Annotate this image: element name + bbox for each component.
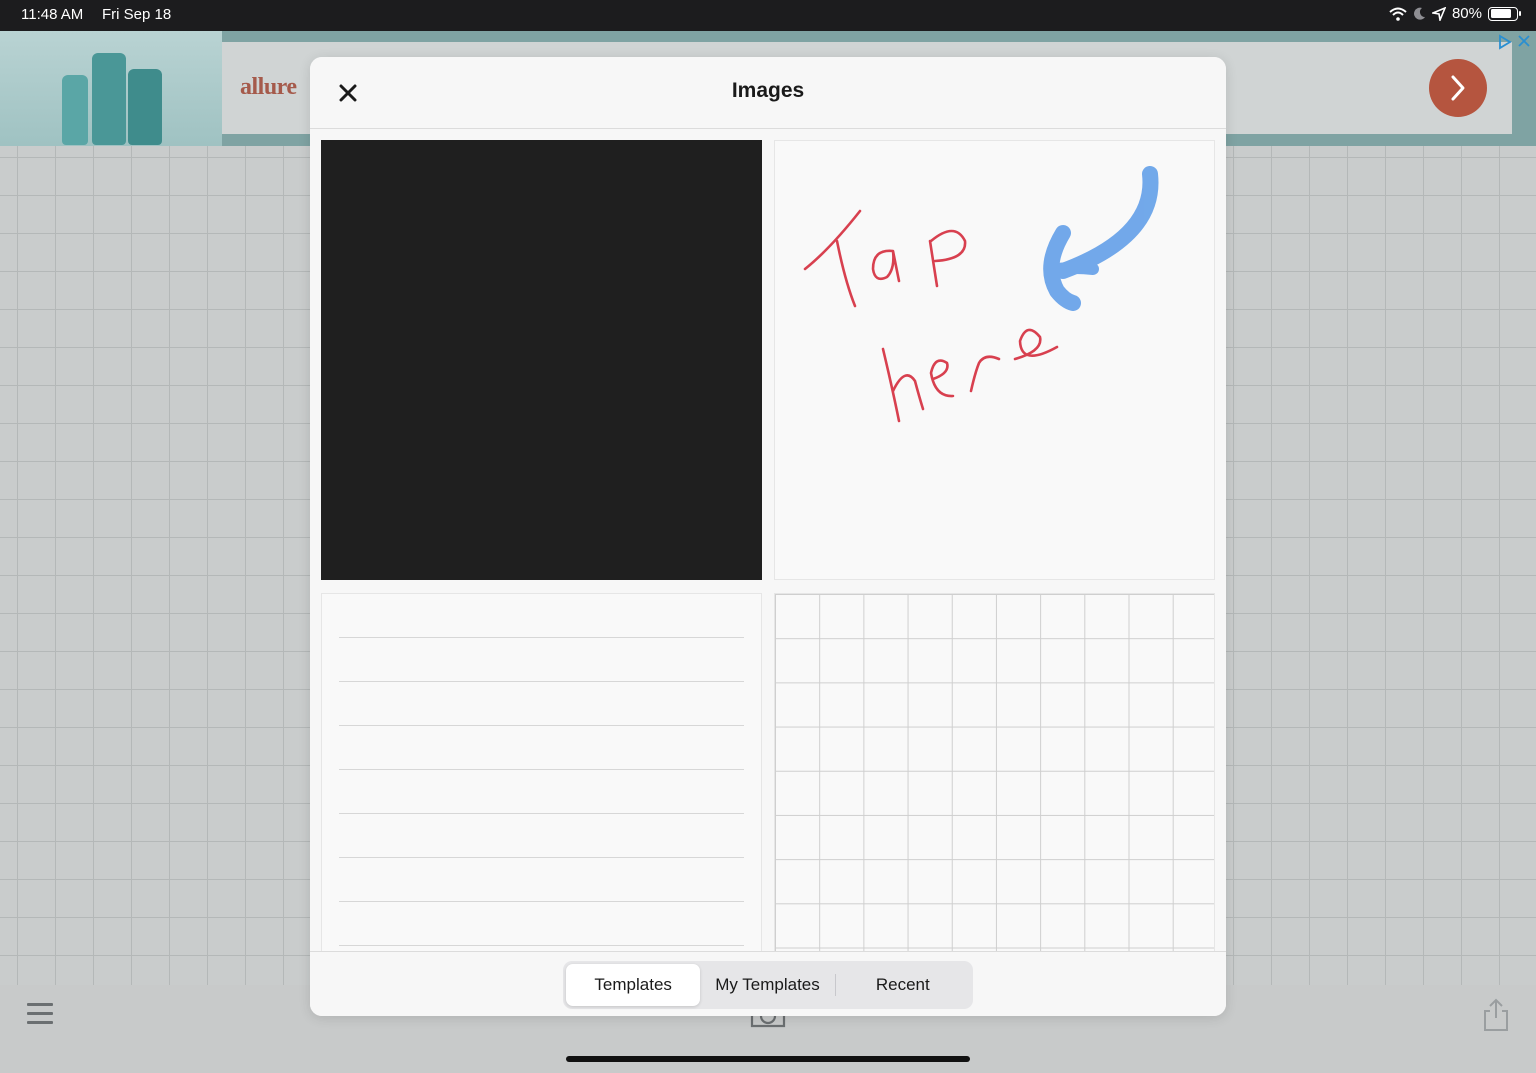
template-blank-dark[interactable]: [321, 140, 762, 580]
ad-choices-icon[interactable]: [1497, 34, 1513, 50]
tab-my-templates[interactable]: My Templates: [700, 964, 834, 1006]
modal-header: Images: [310, 57, 1226, 129]
ad-choices[interactable]: [1497, 34, 1533, 50]
template-tap-here[interactable]: [774, 140, 1215, 580]
status-bar: 11:48 AM Fri Sep 18 80%: [0, 0, 1536, 31]
tab-recent[interactable]: Recent: [836, 964, 970, 1006]
home-indicator: [566, 1056, 970, 1062]
tab-label: My Templates: [715, 975, 820, 994]
tab-label: Templates: [594, 975, 672, 994]
status-indicators: 80%: [1389, 5, 1521, 22]
status-time: 11:48 AM: [21, 6, 84, 23]
location-arrow-icon: [1431, 6, 1446, 21]
tap-here-handwriting: [803, 166, 1159, 423]
ad-close-icon[interactable]: [1517, 34, 1531, 48]
images-modal: Images Templates My Templates Recent: [310, 57, 1226, 1016]
ad-brand-logo: allure: [240, 74, 297, 100]
battery-icon: [1488, 6, 1521, 21]
status-date: Fri Sep 18: [102, 6, 172, 23]
battery-percent: 80%: [1451, 5, 1482, 22]
ad-product-image: [0, 31, 222, 146]
chevron-right-icon[interactable]: [1429, 59, 1487, 117]
template-grid-paper[interactable]: [774, 593, 1215, 1013]
tab-label: Recent: [875, 975, 930, 994]
template-source-tabs: Templates My Templates Recent: [563, 961, 973, 1009]
modal-title: Images: [731, 79, 805, 102]
wifi-icon: [1389, 7, 1407, 21]
tab-templates[interactable]: Templates: [566, 964, 701, 1006]
modal-footer: Templates My Templates Recent: [310, 951, 1226, 1016]
share-icon[interactable]: [1482, 998, 1510, 1032]
moon-icon: [1413, 7, 1425, 20]
template-lined-paper[interactable]: [321, 593, 762, 1013]
menu-icon[interactable]: [27, 1003, 53, 1027]
